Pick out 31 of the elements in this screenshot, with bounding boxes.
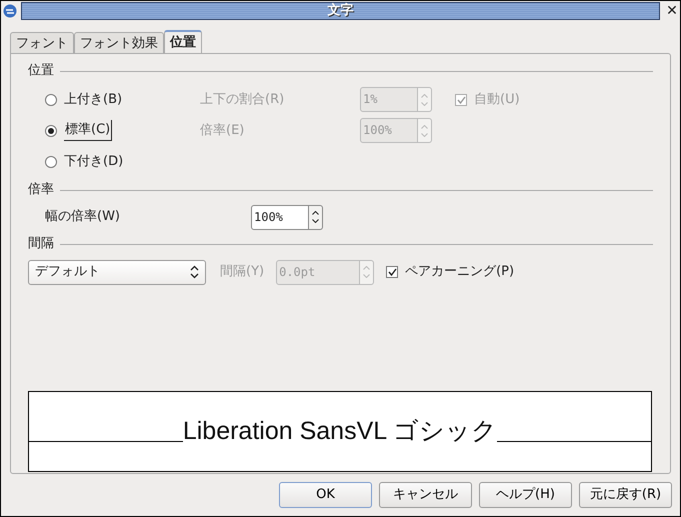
radio-button[interactable] bbox=[45, 124, 57, 136]
option-label[interactable]: 標準(C) bbox=[64, 120, 112, 141]
field-label: 倍率(E) bbox=[200, 122, 246, 140]
app-icon bbox=[3, 4, 17, 18]
spin-arrows[interactable] bbox=[309, 204, 323, 230]
section-heading: 位置 bbox=[28, 62, 54, 80]
field-label: 上下の割合(R) bbox=[200, 90, 286, 109]
tab[interactable]: フォント効果 bbox=[74, 32, 164, 53]
option-label[interactable]: 下付き(D) bbox=[64, 152, 124, 172]
spacing-dropdown[interactable]: デフォルト bbox=[28, 260, 206, 284]
field-label: 間隔(Y) bbox=[220, 263, 264, 282]
radio-button[interactable] bbox=[45, 94, 57, 106]
radio-button[interactable] bbox=[45, 156, 57, 168]
dialog-button[interactable]: OK bbox=[279, 482, 372, 508]
section-heading: 間隔 bbox=[28, 235, 54, 254]
preview-text: Liberation SansVL ゴシック bbox=[182, 416, 498, 447]
updown-icon bbox=[190, 265, 199, 279]
spin-field[interactable]: 100% bbox=[251, 204, 309, 230]
field-label: 幅の倍率(W) bbox=[45, 208, 121, 226]
dialog-button[interactable]: キャンセル bbox=[379, 482, 472, 508]
section-heading: 倍率 bbox=[28, 181, 54, 200]
dialog-button[interactable]: ヘルプ(H) bbox=[479, 482, 572, 508]
checkbox[interactable] bbox=[386, 266, 398, 278]
checkbox-label: ペアカーニング(P) bbox=[405, 263, 514, 282]
window-title: 文字 bbox=[21, 2, 660, 20]
close-button[interactable]: ✕ bbox=[664, 0, 680, 22]
checkbox-label: 自動(U) bbox=[474, 90, 520, 109]
option-label[interactable]: 上付き(B) bbox=[64, 90, 122, 110]
tab[interactable]: フォント bbox=[10, 32, 74, 53]
tab[interactable]: 位置 bbox=[164, 30, 202, 53]
dialog-button[interactable]: 元に戻す(R) bbox=[579, 482, 672, 508]
